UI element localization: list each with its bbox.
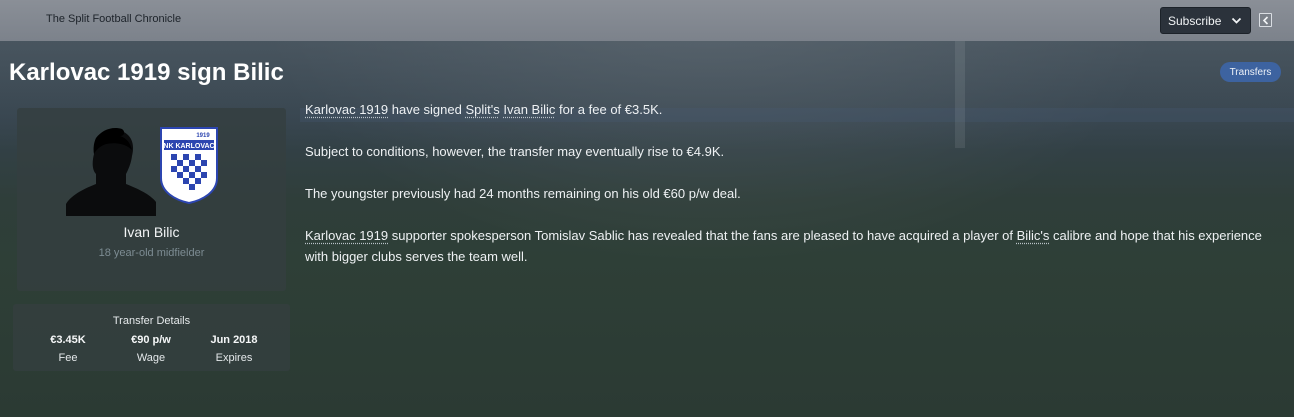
wage-label: Wage xyxy=(136,352,166,364)
collapse-panel-button[interactable] xyxy=(1259,13,1272,27)
club-link-split[interactable]: Split's xyxy=(465,102,499,117)
article-title: Karlovac 1919 sign Bilic xyxy=(9,59,284,86)
wage-value: €90 p/w xyxy=(131,334,171,346)
article-body: Karlovac 1919 have signed Split's Ivan B… xyxy=(305,99,1265,288)
article-paragraph-4: Karlovac 1919 supporter spokesperson Tom… xyxy=(305,225,1265,267)
player-link-bilic[interactable]: Bilic's xyxy=(1017,228,1050,243)
club-crest-icon[interactable]: NK KARLOVAC 1919 xyxy=(159,126,219,204)
transfer-details-card: Transfer Details €3.45K Fee €90 p/w Wage… xyxy=(13,304,290,371)
player-card: NK KARLOVAC 1919 Ivan Bilic 18 year-old … xyxy=(17,108,286,291)
subscribe-label: Subscribe xyxy=(1168,13,1222,28)
fee-label: Fee xyxy=(58,352,78,364)
transfer-details-title: Transfer Details xyxy=(112,315,191,327)
fee-value: €3.45K xyxy=(50,334,86,346)
chevron-down-icon xyxy=(1231,17,1242,24)
crest-club-text: NK KARLOVAC xyxy=(163,143,214,150)
publication-name: The Split Football Chronicle xyxy=(46,13,182,25)
subscribe-button[interactable]: Subscribe xyxy=(1160,7,1251,34)
news-header-bar: The Split Football Chronicle Subscribe xyxy=(0,0,1294,41)
text-fragment: for a fee of €3.5K. xyxy=(555,102,663,117)
player-silhouette-icon[interactable] xyxy=(66,124,156,216)
article-paragraph-3: The youngster previously had 24 months r… xyxy=(305,186,741,201)
expires-value: Jun 2018 xyxy=(210,334,258,346)
fee-stat: €3.45K Fee xyxy=(28,334,108,364)
expires-stat: Jun 2018 Expires xyxy=(194,334,274,364)
wage-stat: €90 p/w Wage xyxy=(111,334,191,364)
text-fragment: supporter spokesperson Tomislav Sablic h… xyxy=(388,228,1017,243)
player-link-bilic[interactable]: Ivan Bilic xyxy=(503,102,555,117)
crest-year-text: 1919 xyxy=(196,133,210,139)
expires-label: Expires xyxy=(215,352,253,364)
text-fragment: have signed xyxy=(388,102,466,117)
club-link-karlovac[interactable]: Karlovac 1919 xyxy=(305,102,388,117)
article-paragraph-1: Karlovac 1919 have signed Split's Ivan B… xyxy=(305,99,1265,120)
player-description: 18 year-old midfielder xyxy=(98,247,205,259)
club-link-karlovac[interactable]: Karlovac 1919 xyxy=(305,228,388,243)
article-paragraph-2: Subject to conditions, however, the tran… xyxy=(305,144,725,159)
transfers-tag[interactable]: Transfers xyxy=(1220,62,1281,82)
player-name[interactable]: Ivan Bilic xyxy=(17,224,286,240)
chevron-left-icon xyxy=(1262,15,1268,25)
